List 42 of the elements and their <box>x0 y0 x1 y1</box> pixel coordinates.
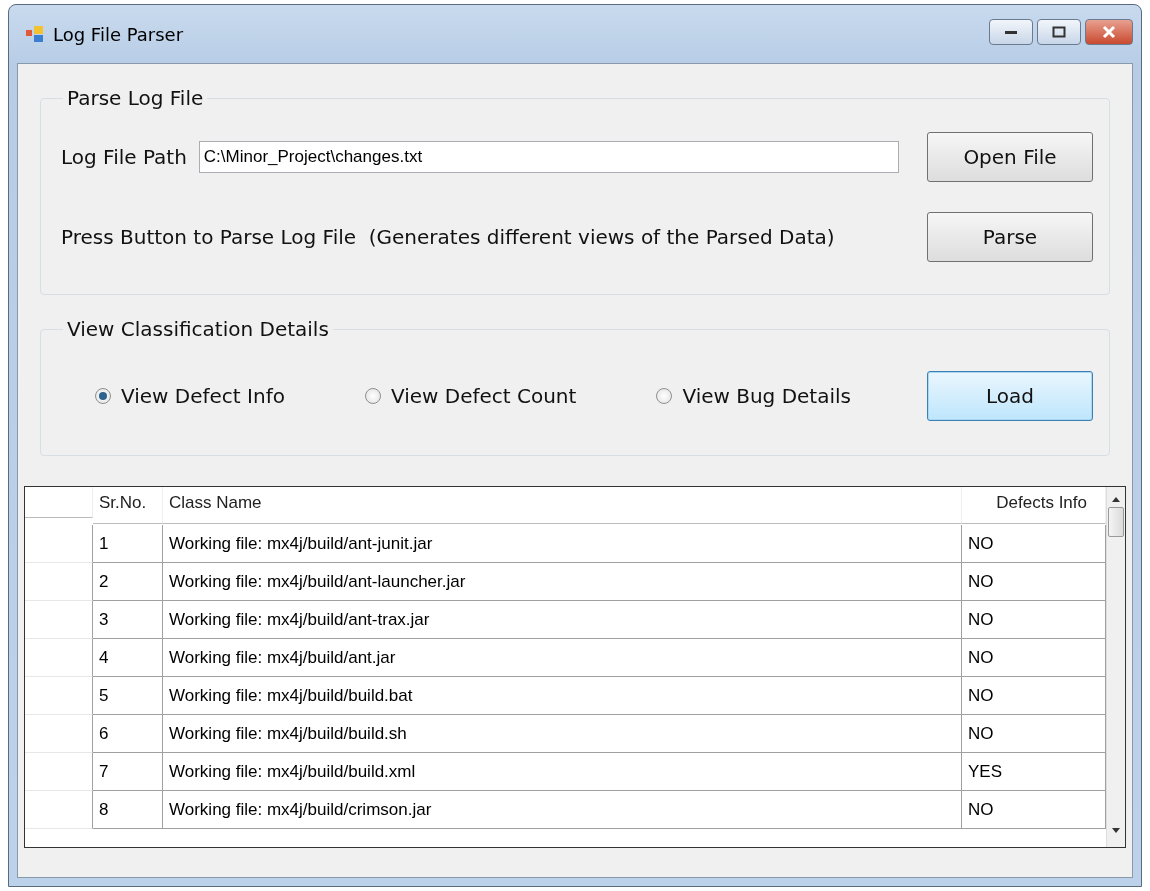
instruction-text: Press Button to Parse Log File (Generates different views of the Parsed Data) <box>61 225 835 249</box>
column-header[interactable]: Defects Info <box>962 487 1106 524</box>
radio-icon[interactable] <box>95 388 111 404</box>
scrollbar[interactable] <box>1106 487 1125 847</box>
column-header[interactable]: Sr.No. <box>93 487 163 524</box>
column-header[interactable]: Class Name <box>163 487 962 524</box>
table-cell: 5 <box>93 677 163 715</box>
table-cell: 7 <box>93 753 163 791</box>
table-cell: Working file: mx4j/build/ant-junit.jar <box>163 525 962 563</box>
table-cell: 3 <box>93 601 163 639</box>
scroll-up-icon[interactable] <box>1111 495 1121 503</box>
table-cell: 2 <box>93 563 163 601</box>
table-cell: Working file: mx4j/build/build.bat <box>163 677 962 715</box>
radio-icon[interactable] <box>656 388 673 404</box>
parse-button[interactable]: Parse <box>927 212 1093 262</box>
close-button[interactable] <box>1085 19 1133 45</box>
table-cell: Working file: mx4j/build/ant-launcher.jar <box>163 563 962 601</box>
table-cell: 6 <box>93 715 163 753</box>
group-title: Parse Log File <box>66 86 205 110</box>
radio-icon[interactable] <box>364 388 381 404</box>
table-cell: 8 <box>93 791 163 829</box>
table-cell: Working file: mx4j/build/ant.jar <box>163 639 962 677</box>
path-field[interactable]: C:\Minor_Project\changes.txt <box>198 141 899 173</box>
scroll-thumb[interactable] <box>1108 507 1124 537</box>
field-label: Log File Path <box>61 145 187 169</box>
window-title: Log File Parser <box>53 23 185 45</box>
table-cell: 4 <box>93 639 163 677</box>
maximize-button[interactable] <box>1037 19 1081 45</box>
table-cell: Working file: mx4j/build/build.xml <box>163 753 962 791</box>
group-title: View Classification Details <box>66 317 330 341</box>
minimize-button[interactable] <box>989 19 1033 45</box>
scroll-down-icon[interactable] <box>1111 827 1121 835</box>
app-icon <box>25 25 45 43</box>
table-cell: Working file: mx4j/build/ant-trax.jar <box>163 601 962 639</box>
minimize-icon <box>1004 29 1018 35</box>
table-cell: Working file: mx4j/build/build.sh <box>163 715 962 753</box>
table-cell: Working file: mx4j/build/crimson.jar <box>163 791 962 829</box>
load-button[interactable]: Load <box>927 371 1093 421</box>
close-icon <box>1101 25 1117 39</box>
table-cell: 1 <box>93 525 163 563</box>
open-file-button[interactable]: Open File <box>927 132 1093 182</box>
maximize-icon <box>1052 26 1066 38</box>
